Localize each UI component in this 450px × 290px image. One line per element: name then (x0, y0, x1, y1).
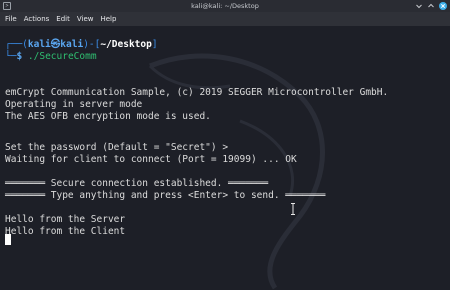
terminal-scrollbar[interactable] (445, 26, 450, 290)
output-line: ═══════ Type anything and press <Enter> … (5, 190, 326, 201)
menu-view[interactable]: View (77, 12, 94, 26)
prompt-bracket-end: ] (151, 39, 158, 50)
output-line: Waiting for client to connect (Port = 19… (5, 154, 297, 165)
menu-bar: File Actions Edit View Help (0, 12, 450, 26)
output-line: Hello from the Server (5, 214, 126, 225)
window-controls (415, 1, 447, 11)
output-line: The AES OFB encryption mode is used. (5, 111, 211, 122)
terminal-window: > kali@kali: ~/Desktop File Actions Edit… (0, 0, 450, 290)
prompt-at-symbol: ㉿ (50, 39, 61, 50)
minimize-icon[interactable] (415, 2, 423, 10)
output-line: emCrypt Communication Sample, (c) 2019 S… (5, 87, 389, 98)
prompt-path: ~/Desktop (100, 39, 152, 50)
prompt-dollar: $ (16, 51, 28, 62)
menu-help[interactable]: Help (100, 12, 116, 26)
text-cursor (5, 234, 11, 245)
prompt-top-prefix: ┌──( (5, 39, 28, 50)
title-bar[interactable]: > kali@kali: ~/Desktop (0, 0, 450, 12)
close-icon[interactable] (439, 2, 447, 10)
output-line: Operating in server mode (5, 99, 143, 110)
prompt-host: kali (60, 39, 84, 50)
maximize-icon[interactable] (427, 2, 435, 10)
output-line: ═══════ Secure connection established. ═… (5, 178, 269, 189)
output-line: Set the password (Default = "Secret") > (5, 142, 229, 153)
terminal-output[interactable]: ┌──(kali㉿kali)-[~/Desktop] └─$ ./SecureC… (0, 26, 450, 290)
prompt-user: kali (27, 39, 51, 50)
prompt-line-top: ┌──(kali㉿kali)-[~/Desktop] (5, 39, 158, 51)
output-line: Hello from the Client (5, 226, 126, 237)
command-text: ./SecureComm (27, 51, 97, 62)
menu-actions[interactable]: Actions (24, 12, 50, 26)
prompt-bracket-mid: )-[ (83, 39, 101, 50)
prompt-bottom-prefix: └─ (5, 51, 17, 62)
menu-file[interactable]: File (5, 12, 17, 26)
window-title: kali@kali: ~/Desktop (191, 2, 259, 10)
ibeam-cursor-icon (291, 203, 295, 215)
menu-edit[interactable]: Edit (56, 12, 70, 26)
prompt-line-command: └─$ ./SecureComm (5, 51, 97, 63)
